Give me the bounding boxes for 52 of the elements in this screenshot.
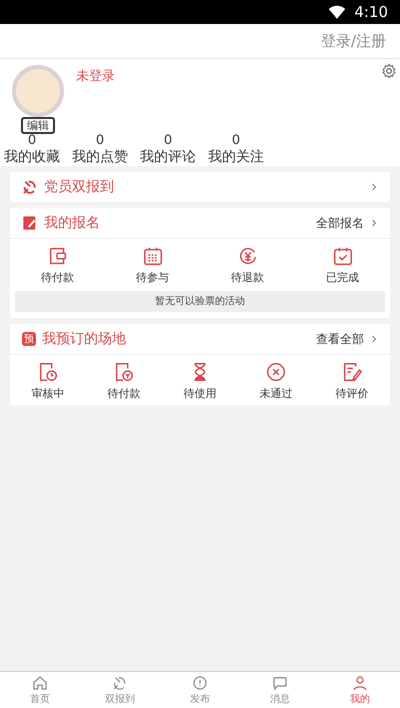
stat-label[interactable]: 我的关注	[208, 148, 264, 166]
tab-item[interactable]: 发布	[160, 672, 240, 708]
document-clock-icon	[37, 361, 59, 383]
edit-button[interactable]: 编辑	[21, 117, 55, 134]
view-all-link[interactable]: 查看全部	[316, 330, 364, 348]
avatar[interactable]	[12, 65, 64, 117]
section-badge: 预	[22, 332, 36, 346]
status-shortcut[interactable]: 已完成	[295, 245, 390, 285]
chat-icon	[271, 674, 289, 692]
status-shortcut[interactable]: 待付款	[86, 361, 162, 401]
document-pen-icon	[341, 361, 363, 383]
stat-count: 0	[96, 133, 104, 148]
info-circle-icon	[191, 674, 209, 692]
status-shortcut[interactable]: 审核中	[10, 361, 86, 401]
tab-item[interactable]: 双报到	[80, 672, 160, 708]
hammer-sickle-icon	[22, 179, 38, 195]
tab-item[interactable]: 我的	[320, 672, 400, 708]
stat-label[interactable]: 我的收藏	[4, 148, 60, 166]
section-title: 党员双报到	[44, 178, 115, 196]
stat-label[interactable]: 我的点赞	[72, 148, 128, 166]
section-title: 我预订的场地	[42, 330, 127, 348]
edit-icon	[22, 215, 38, 231]
chevron-icon	[370, 333, 378, 345]
status-shortcut[interactable]: 待评价	[314, 361, 390, 401]
status-shortcut[interactable]: 待退款	[200, 245, 295, 285]
status-shortcut[interactable]: 待付款	[10, 245, 105, 285]
calendar-icon	[142, 245, 164, 267]
status-shortcut[interactable]: 待使用	[162, 361, 238, 401]
stat-label[interactable]: 我的评论	[140, 148, 196, 166]
tab-item[interactable]: 消息	[240, 672, 320, 708]
user-name: 未登录	[76, 68, 115, 85]
tab-item[interactable]: 首页	[0, 672, 80, 708]
circle-x-icon	[265, 361, 287, 383]
login-link[interactable]: 登录/注册	[320, 32, 386, 50]
status-shortcut[interactable]: 待参与	[105, 245, 200, 285]
document-coin-icon	[113, 361, 135, 383]
stat-count: 0	[28, 133, 36, 148]
clock: 4:10	[354, 3, 388, 21]
home-icon	[31, 674, 49, 692]
view-all-link[interactable]: 全部报名	[316, 214, 364, 232]
empty-notice: 暂无可以验票的活动	[15, 291, 385, 312]
calendar-check-icon	[332, 245, 354, 267]
person-icon	[351, 674, 369, 692]
chevron-icon	[370, 217, 378, 229]
stat-count: 0	[164, 133, 172, 148]
stat-count: 0	[232, 133, 240, 148]
settings-icon	[381, 63, 397, 79]
wifi-icon	[328, 3, 346, 21]
section-title: 我的报名	[44, 214, 101, 232]
party-checkin-row[interactable]: 党员双报到	[10, 172, 390, 202]
chevron-icon	[370, 181, 378, 193]
status-shortcut[interactable]: 未通过	[238, 361, 314, 401]
